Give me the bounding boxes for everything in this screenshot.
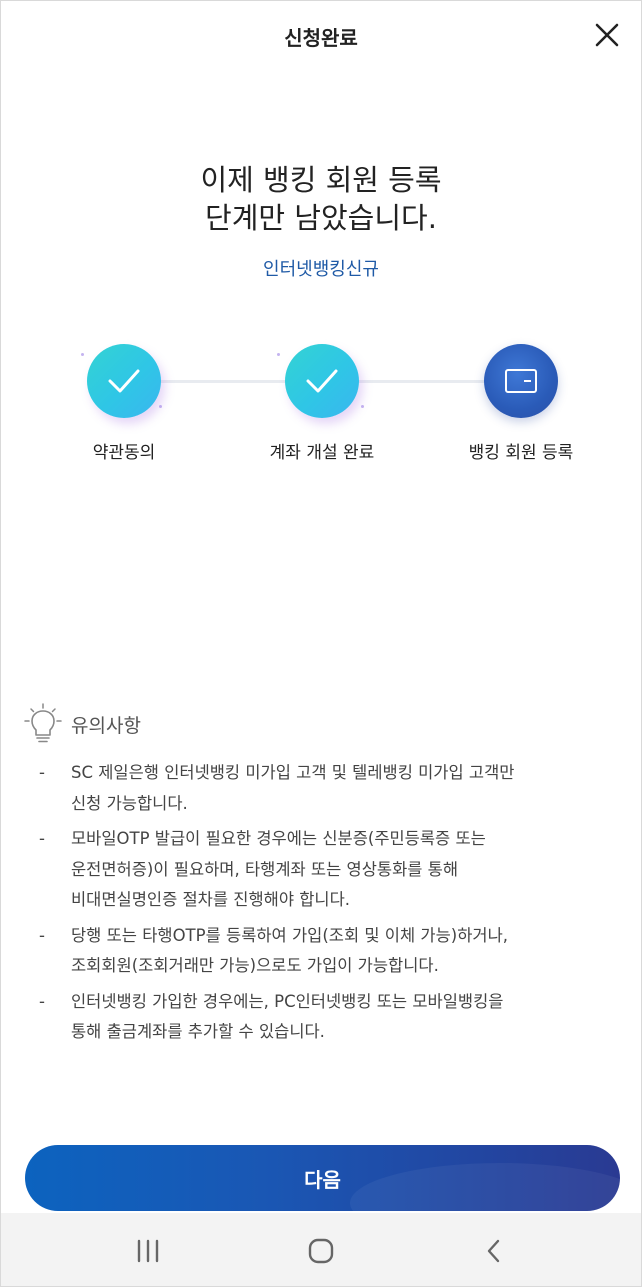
notice-title: 유의사항: [71, 714, 141, 737]
step-3-label: 뱅킹 회원 등록: [468, 443, 574, 463]
sparkle-dot: [361, 405, 364, 408]
notice-line: 모바일OTP 발급이 필요한 경우에는 신분증(주민등록증 또는: [71, 829, 486, 848]
home-button[interactable]: [301, 1231, 341, 1271]
notice-line: 조회회원(조회거래만 가능)으로도 가입이 가능합니다.: [71, 956, 439, 975]
card-icon: [505, 369, 537, 393]
back-icon: [488, 1239, 500, 1262]
next-button[interactable]: 다음: [25, 1145, 620, 1211]
app-screen: 신청완료 이제 뱅킹 회원 등록 단계만 남았습니다. 인터넷뱅킹신규 약관동의…: [0, 0, 642, 1287]
recents-button[interactable]: [128, 1231, 168, 1271]
notice-item: - 당행 또는 타행OTP를 등록하여 가입(조회 및 이체 가능)하거나, 조…: [39, 921, 619, 982]
system-nav-bar: [1, 1213, 641, 1286]
sparkle-dot: [277, 353, 280, 356]
product-link[interactable]: 인터넷뱅킹신규: [1, 255, 641, 281]
notice-item: - 인터넷뱅킹 가입한 경우에는, PC인터넷뱅킹 또는 모바일뱅킹을 통해 출…: [39, 987, 619, 1048]
sparkle-dot: [81, 353, 84, 356]
notice-header: 유의사항: [23, 703, 141, 745]
step-1-label: 약관동의: [92, 443, 156, 463]
notice-item: - 모바일OTP 발급이 필요한 경우에는 신분증(주민등록증 또는 운전면허증…: [39, 824, 619, 916]
notice-text: SC 제일은행 인터넷뱅킹 미가입 고객 및 텔레뱅킹 미가입 고객만 신청 가…: [71, 758, 514, 819]
step-2-label: 계좌 개설 완료: [269, 443, 375, 463]
header: 신청완료: [1, 1, 641, 71]
notice-item: - SC 제일은행 인터넷뱅킹 미가입 고객 및 텔레뱅킹 미가입 고객만 신청…: [39, 758, 619, 819]
headline: 이제 뱅킹 회원 등록 단계만 남았습니다.: [1, 161, 641, 237]
step-1-indicator: [87, 344, 161, 418]
notice-line: SC 제일은행 인터넷뱅킹 미가입 고객 및 텔레뱅킹 미가입 고객만: [71, 763, 515, 782]
next-button-label: 다음: [304, 1167, 341, 1192]
notice-line: 당행 또는 타행OTP를 등록하여 가입(조회 및 이체 가능)하거나,: [71, 925, 508, 945]
bullet-dash: -: [39, 991, 45, 1011]
notice-text: 당행 또는 타행OTP를 등록하여 가입(조회 및 이체 가능)하거나, 조회회…: [71, 921, 508, 982]
step-3-indicator: [484, 344, 558, 418]
bullet-dash: -: [39, 925, 45, 945]
bullet-dash: -: [39, 763, 45, 782]
notice-line: 비대면실명인증 절차를 진행해야 합니다.: [71, 890, 351, 909]
notice-text: 인터넷뱅킹 가입한 경우에는, PC인터넷뱅킹 또는 모바일뱅킹을 통해 출금계…: [71, 987, 503, 1048]
check-icon: [306, 369, 338, 393]
lightbulb-icon: [24, 703, 62, 743]
step-2-indicator: [285, 344, 359, 418]
check-icon: [108, 369, 140, 393]
close-button[interactable]: [593, 21, 621, 49]
sparkle-dot: [159, 405, 162, 408]
button-decoration: [350, 1163, 620, 1211]
back-button[interactable]: [474, 1231, 514, 1271]
bullet-dash: -: [39, 829, 45, 848]
notice-line: 신청 가능합니다.: [71, 793, 188, 813]
notice-line: 인터넷뱅킹 가입한 경우에는, PC인터넷뱅킹 또는 모바일뱅킹을: [71, 991, 504, 1011]
headline-line-1: 이제 뱅킹 회원 등록: [200, 163, 442, 197]
home-icon: [308, 1238, 334, 1263]
recents-icon: [137, 1239, 158, 1262]
page-title: 신청완료: [284, 25, 358, 50]
notice-line: 통해 출금계좌를 추가할 수 있습니다.: [71, 1022, 325, 1041]
close-icon: [595, 23, 619, 47]
notice-text: 모바일OTP 발급이 필요한 경우에는 신분증(주민등록증 또는 운전면허증)이…: [71, 824, 486, 916]
headline-line-2: 단계만 남았습니다.: [205, 201, 437, 235]
notice-line: 운전면허증)이 필요하며, 타행계좌 또는 영상통화를 통해: [71, 859, 459, 879]
notice-list: - SC 제일은행 인터넷뱅킹 미가입 고객 및 텔레뱅킹 미가입 고객만 신청…: [39, 758, 619, 1053]
